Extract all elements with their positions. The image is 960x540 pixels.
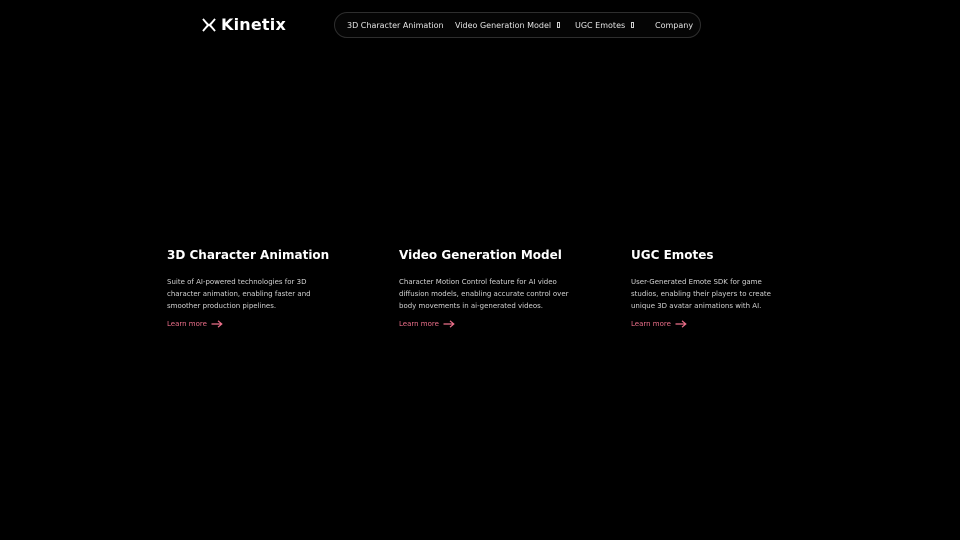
card-description: Character Motion Control feature for AI … xyxy=(399,278,569,310)
dropdown-icon xyxy=(631,22,635,28)
brand-name: Kinetix xyxy=(221,15,286,34)
product-card-ugc-emotes: UGC Emotes User-Generated Emote SDK for … xyxy=(631,246,821,328)
nav-item-label: UGC Emotes xyxy=(575,20,626,30)
learn-more-link[interactable]: Learn more xyxy=(631,320,687,328)
main-nav: 3D Character Animation Video Generation … xyxy=(334,12,701,38)
card-title: 3D Character Animation xyxy=(167,248,330,262)
arrow-right-icon xyxy=(675,320,687,328)
learn-more-link[interactable]: Learn more xyxy=(399,320,455,328)
learn-more-label: Learn more xyxy=(167,320,207,328)
nav-item-label: Video Generation Model xyxy=(455,20,552,30)
card-title: Video Generation Model xyxy=(399,248,562,262)
learn-more-label: Learn more xyxy=(631,320,671,328)
nav-item-3d-character-animation[interactable]: 3D Character Animation xyxy=(347,13,444,37)
nav-item-video-generation-model[interactable]: Video Generation Model xyxy=(455,13,561,37)
kinetix-x-icon xyxy=(202,18,216,32)
product-card-video-generation-model: Video Generation Model Character Motion … xyxy=(399,246,589,328)
learn-more-link[interactable]: Learn more xyxy=(167,320,223,328)
dropdown-icon xyxy=(557,22,561,28)
card-title: UGC Emotes xyxy=(631,248,714,262)
nav-item-ugc-emotes[interactable]: UGC Emotes xyxy=(575,13,635,37)
arrow-right-icon xyxy=(211,320,223,328)
learn-more-label: Learn more xyxy=(399,320,439,328)
arrow-right-icon xyxy=(443,320,455,328)
nav-item-label: Company xyxy=(655,20,694,30)
nav-item-label: 3D Character Animation xyxy=(347,20,444,30)
product-card-3d-character-animation: 3D Character Animation Suite of AI-power… xyxy=(167,246,357,328)
card-description: Suite of AI-powered technologies for 3D … xyxy=(167,278,311,310)
card-description: User-Generated Emote SDK for game studio… xyxy=(631,278,771,310)
nav-item-company[interactable]: Company xyxy=(655,13,693,37)
brand-logo[interactable]: Kinetix xyxy=(201,16,286,34)
